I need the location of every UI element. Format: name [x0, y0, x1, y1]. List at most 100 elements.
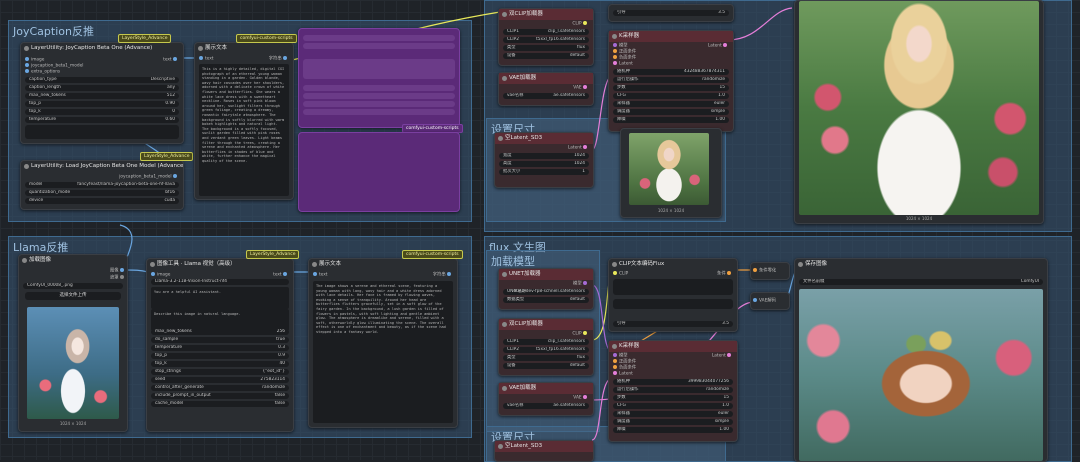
param-row[interactable]: max_new_tokens 256	[151, 329, 289, 335]
clip-text-encode-flux[interactable]: CLIP文本编码Flux CLIP 条件 引导 3.5	[608, 258, 738, 332]
param-row[interactable]: cache_model false	[151, 401, 289, 407]
llama-vision-node[interactable]: 图像工具 · Llama 视觉（高级） image text Llama-3.2…	[146, 258, 294, 432]
prompt-field[interactable]	[613, 279, 733, 295]
param-row[interactable]: 高度 1024	[499, 161, 589, 167]
ksampler-top[interactable]: K采样器 模型 正面条件 负面条件 Latent Latent 随机种 43248…	[608, 30, 734, 132]
dual-clip-loader-top[interactable]: 双CLIP加载器 CLIP CLIP1 clip_l.safetensors CL…	[498, 8, 594, 66]
output-port-image[interactable]: VAE解码	[753, 298, 776, 305]
joycaption-node[interactable]: LayerUtility: JoyCaption Beta One (Advan…	[20, 42, 184, 144]
input-port-text[interactable]: text	[199, 56, 213, 63]
output-port-clip[interactable]: CLIP	[572, 331, 589, 338]
param-row[interactable]: quantization_mode bf16	[25, 190, 179, 196]
vae-loader-top[interactable]: VAE加载器 VAE vae名称 ae.safetensors	[498, 72, 594, 106]
param-row[interactable]: 运行后操作 randomize	[613, 77, 729, 83]
param-row[interactable]: include_prompt_in_output false	[151, 393, 289, 399]
input-port-latent[interactable]: Latent	[613, 371, 633, 378]
param-row[interactable]: 设备 default	[503, 363, 589, 369]
param-row[interactable]: 随机种 399983044077256	[613, 379, 733, 385]
extra-text-area[interactable]	[25, 125, 179, 139]
param-row[interactable]: CLIP2 t5xxl_fp16.safetensors	[503, 347, 589, 353]
show-text-node-1[interactable]: 展示文本 text 字符串 This is a highly detailed,…	[194, 42, 294, 200]
input-port-extra[interactable]: extra_options	[25, 69, 60, 76]
param-row[interactable]: 采样器 euler	[613, 411, 733, 417]
show-text-node-2[interactable]: 展示文本 text 字符串 The image shows a serene a…	[308, 258, 458, 428]
model-select[interactable]: Llama-3.2-11B-Vision-Instruct-nf4	[151, 279, 289, 285]
input-port-text[interactable]: text	[313, 272, 327, 279]
param-row[interactable]: CLIP1 clip_l.safetensors	[503, 339, 589, 345]
param-row[interactable]: stop_strings {"eot_id"}	[151, 369, 289, 375]
param-row[interactable]: top_k 40	[151, 361, 289, 367]
param-row[interactable]: 步数 15	[613, 395, 733, 401]
save-image-node-bottom[interactable]: 保存图像 文件名前缀 ComfyUI	[794, 258, 1048, 462]
param-row[interactable]: model fancyfeast/llama-joycaption-beta-on…	[25, 182, 179, 188]
output-port-model[interactable]: 模型	[573, 281, 589, 288]
param-row[interactable]: top_k 0	[25, 109, 179, 115]
output-port-string[interactable]: 字符串	[269, 56, 289, 63]
param-row[interactable]: vae名称 ae.safetensors	[503, 93, 589, 99]
param-row[interactable]: temperature 0.60	[25, 117, 179, 123]
empty-latent-top[interactable]: 空Latent_SD3 Latent 宽度 1024 高度 1024 批次大小 1	[494, 132, 594, 188]
vae-loader-bottom[interactable]: VAE加载器 VAE vae名称 ae.safetensors	[498, 382, 594, 416]
param-row[interactable]: UNet名称 flux1-dev-fp8-schnell.safetensors	[503, 289, 589, 295]
output-port-vae[interactable]: VAE	[573, 85, 589, 92]
user-prompt-field[interactable]: Describe this image in natural language.	[151, 309, 289, 331]
output-port-model[interactable]: joycaption_beta1_model	[119, 174, 179, 181]
input-port-latent[interactable]: Latent	[613, 61, 633, 68]
text-display[interactable]: The image shows a serene and ethereal sc…	[313, 281, 453, 423]
param-row[interactable]: 调度器 simple	[613, 419, 733, 425]
joycaption-load-node[interactable]: LayerUtility: Load JoyCaption Beta One M…	[20, 160, 184, 210]
param-row[interactable]: 批次大小 1	[499, 169, 589, 175]
param-row[interactable]: 调度器 simple	[613, 109, 729, 115]
system-prompt-field[interactable]: You are a helpful AI assistant.	[151, 287, 289, 309]
unet-loader[interactable]: UNET加载器 模型 UNet名称 flux1-dev-fp8-schnell.s…	[498, 268, 594, 310]
param-row[interactable]: caption_type Descriptive	[25, 77, 179, 83]
param-row[interactable]: vae名称 ae.safetensors	[503, 403, 589, 409]
conditioning-zero-out[interactable]: 条件零化	[750, 262, 790, 280]
param-row[interactable]: CLIP2 t5xxl_fp16.safetensors	[503, 37, 589, 43]
preview-node-top[interactable]: 1024 × 1024	[620, 128, 722, 218]
param-row[interactable]: CLIP1 clip_l.safetensors	[503, 29, 589, 35]
param-row[interactable]: 降噪 1.00	[613, 427, 733, 433]
output-port-latent[interactable]: Latent	[708, 43, 729, 50]
output-port-conditioning[interactable]: 条件	[717, 271, 733, 278]
output-port-clip[interactable]: CLIP	[572, 21, 589, 28]
param-row[interactable]: control_after_generate randomize	[151, 385, 289, 391]
param-row[interactable]: 类型 flux	[503, 45, 589, 51]
param-row[interactable]: 运行后操作 randomize	[613, 387, 733, 393]
param-row[interactable]: CFG 1.0	[613, 403, 733, 409]
upload-button[interactable]: 选择文件上传	[25, 292, 121, 300]
output-port-latent[interactable]: Latent	[712, 353, 733, 360]
param-row[interactable]: 采样器 euler	[613, 101, 729, 107]
filename-prefix-field[interactable]: 文件名前缀 ComfyUI	[799, 279, 1043, 285]
param-row[interactable]: caption_length any	[25, 85, 179, 91]
output-port-latent[interactable]: Latent	[568, 145, 589, 152]
param-row[interactable]: device cuda	[25, 198, 179, 204]
input-port-image[interactable]: image	[151, 272, 170, 279]
param-row[interactable]: temperature 0.3	[151, 345, 289, 351]
output-port-vae[interactable]: VAE	[573, 395, 589, 402]
text-display[interactable]: This is a highly detailed, digital CGI p…	[199, 64, 289, 196]
param-row[interactable]: top_p 0.9	[151, 353, 289, 359]
param-row[interactable]: 引导 3.5	[613, 321, 733, 327]
param-row[interactable]: 引导 3.5	[613, 10, 729, 16]
output-port-mask[interactable]: 遮罩	[110, 275, 126, 282]
output-port-string[interactable]: 字符串	[433, 272, 453, 279]
param-row[interactable]: CFG 1.0	[613, 93, 729, 99]
vae-decode-node[interactable]: VAE解码	[750, 292, 790, 310]
guidance-row-top[interactable]: 引导 3.5	[608, 4, 734, 22]
bypassed-node-1[interactable]	[298, 28, 460, 128]
empty-latent-bottom[interactable]: 空Latent_SD3	[494, 440, 594, 462]
prompt-field[interactable]	[613, 299, 733, 309]
param-row[interactable]: 类型 flux	[503, 355, 589, 361]
input-port-clip[interactable]: CLIP	[613, 271, 628, 278]
param-row[interactable]: max_new_tokens 512	[25, 93, 179, 99]
param-row[interactable]: do_sample true	[151, 337, 289, 343]
param-row[interactable]: 步数 15	[613, 85, 729, 91]
param-row[interactable]: 设备 default	[503, 53, 589, 59]
param-row[interactable]: 数据类型 default	[503, 297, 589, 303]
save-image-node-top[interactable]: 1024 × 1024	[794, 0, 1044, 224]
bypassed-node-2[interactable]	[298, 132, 460, 212]
output-port-image[interactable]: 图像	[110, 268, 126, 275]
ksampler-bottom[interactable]: K采样器 模型 正面条件 负面条件 Latent Latent 随机种 39998…	[608, 340, 738, 442]
image-file-select[interactable]: ComfyUI_00008_.png	[23, 283, 123, 289]
